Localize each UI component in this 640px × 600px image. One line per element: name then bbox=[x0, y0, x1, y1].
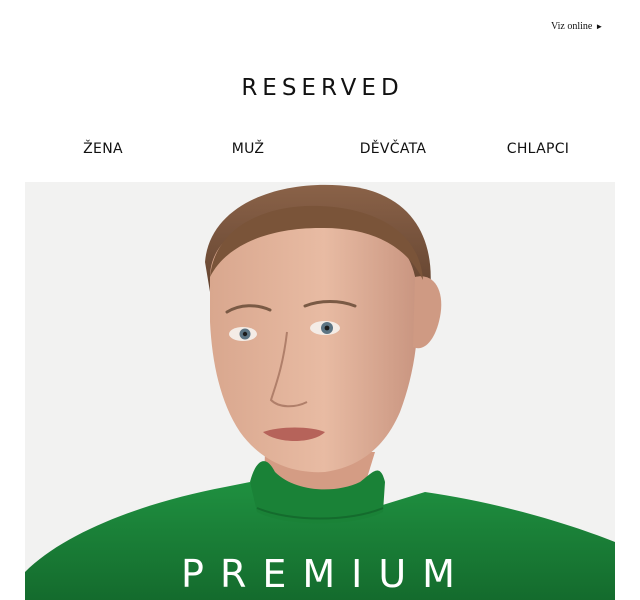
play-arrow-icon: ► bbox=[595, 22, 604, 31]
nav-item-devcata[interactable]: DĚVČATA bbox=[360, 138, 427, 160]
nav-item-muz[interactable]: MUŽ bbox=[232, 138, 265, 160]
view-online-link[interactable]: Viz online ► bbox=[551, 21, 603, 32]
nav-item-chlapci[interactable]: CHLAPCI bbox=[507, 138, 569, 160]
hero-model-image bbox=[25, 184, 615, 600]
hero-banner[interactable]: PREMIUM bbox=[25, 182, 615, 600]
view-online-label: Viz online bbox=[551, 21, 593, 32]
brand-logo[interactable]: RESERVED bbox=[0, 72, 640, 104]
hero-headline: PREMIUM bbox=[181, 552, 471, 596]
nav-item-zena[interactable]: ŽENA bbox=[83, 138, 123, 160]
category-nav: ŽENA MUŽ DĚVČATA CHLAPCI bbox=[0, 138, 640, 162]
